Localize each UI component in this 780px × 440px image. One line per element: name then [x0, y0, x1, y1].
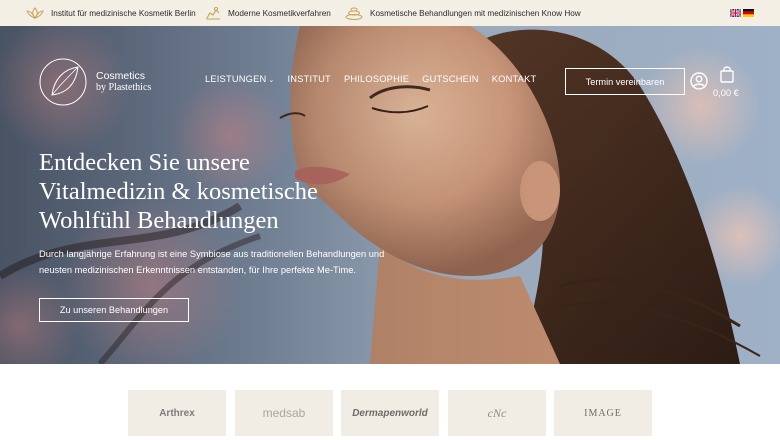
usp-item-know-how: Kosmetische Behandlungen mit medizinisch…	[345, 0, 581, 26]
nav-item-kontakt[interactable]: KONTAKT	[492, 74, 537, 84]
treatments-button[interactable]: Zu unseren Behandlungen	[39, 298, 189, 322]
main-navigation: LEISTUNGEN ⌄ INSTITUT PHILOSOPHIE GUTSCHE…	[205, 74, 536, 84]
brand-name: medsab	[262, 406, 306, 420]
nav-item-institut[interactable]: INSTITUT	[288, 74, 331, 84]
chevron-down-icon: ⌄	[268, 77, 275, 84]
hero-headline-line: Vitalmedizin & kosmetische	[39, 178, 318, 205]
cart-total[interactable]: 0,00 €	[713, 88, 739, 98]
brand-logo[interactable]: Cosmetics by Plastethics	[38, 57, 151, 107]
logo-line-2: by Plastethics	[96, 82, 152, 93]
hero-headline-line: Wohlfühl Behandlungen	[39, 207, 279, 234]
hero-subline: Durch langjährige Erfahrung ist eine Sym…	[39, 246, 419, 278]
brand-logo-image[interactable]: IMAGE	[554, 390, 652, 436]
brand-name: Dermapenworld	[352, 407, 428, 419]
brand-name: IMAGE	[584, 407, 622, 419]
logo-wordmark: Cosmetics by Plastethics	[96, 70, 152, 94]
hands-icon	[206, 6, 220, 20]
stones-icon	[345, 7, 363, 20]
usp-text: Moderne Kosmetikverfahren	[228, 8, 331, 18]
user-icon[interactable]	[690, 72, 708, 90]
brand-name: Arthrex	[159, 407, 195, 419]
brand-logo-medsab[interactable]: medsab	[235, 390, 333, 436]
lotus-icon	[26, 7, 44, 19]
language-switch	[730, 9, 754, 17]
logo-leaf-icon	[39, 58, 87, 106]
brand-logo-cnc[interactable]: cNc	[448, 390, 546, 436]
de-flag-icon[interactable]	[743, 9, 754, 17]
partner-brands-strip: Arthrex medsab Dermapenworld cNc IMAGE	[0, 364, 780, 440]
nav-item-leistungen[interactable]: LEISTUNGEN ⌄	[205, 74, 275, 84]
book-appointment-button[interactable]: Termin vereinbaren	[565, 68, 685, 95]
en-flag-icon[interactable]	[730, 9, 741, 17]
hero-subline-line: neusten medizinischen Erkenntnissen ents…	[39, 265, 356, 275]
nav-item-gutschein[interactable]: GUTSCHEIN	[422, 74, 479, 84]
brand-name: cNc	[487, 405, 507, 420]
hero-section: Cosmetics by Plastethics LEISTUNGEN ⌄ INS…	[0, 26, 780, 364]
logo-line-1: Cosmetics	[96, 70, 146, 82]
top-info-bar: Institut für medizinische Kosmetik Berli…	[0, 0, 780, 26]
nav-label: LEISTUNGEN	[205, 74, 267, 84]
usp-item-verfahren: Moderne Kosmetikverfahren	[205, 0, 331, 26]
usp-text: Institut für medizinische Kosmetik Berli…	[51, 8, 196, 18]
usp-item-institut: Institut für medizinische Kosmetik Berli…	[26, 0, 196, 26]
nav-item-philosophie[interactable]: PHILOSOPHIE	[344, 74, 409, 84]
shopping-bag-icon[interactable]	[719, 65, 735, 83]
hero-subline-line: Durch langjährige Erfahrung ist eine Sym…	[39, 249, 385, 259]
hero-headline-line: Entdecken Sie unsere	[39, 149, 250, 176]
usp-text: Kosmetische Behandlungen mit medizinisch…	[370, 8, 581, 18]
brand-logo-arthrex[interactable]: Arthrex	[128, 390, 226, 436]
brand-logo-dermapenworld[interactable]: Dermapenworld	[341, 390, 439, 436]
hero-headline: Entdecken Sie unsere Vitalmedizin & kosm…	[39, 148, 399, 235]
